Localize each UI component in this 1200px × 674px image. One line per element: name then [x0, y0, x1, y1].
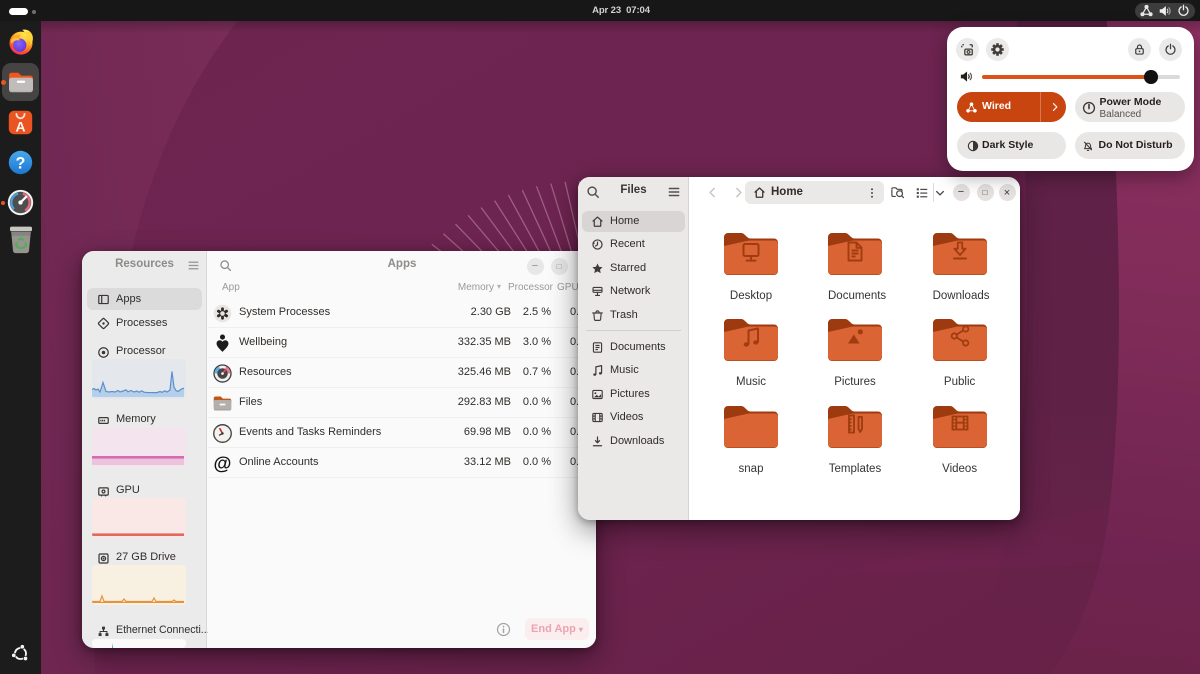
svg-text:?: ?: [16, 154, 26, 172]
svg-text:A: A: [15, 119, 25, 135]
svg-text:@: @: [214, 453, 232, 474]
